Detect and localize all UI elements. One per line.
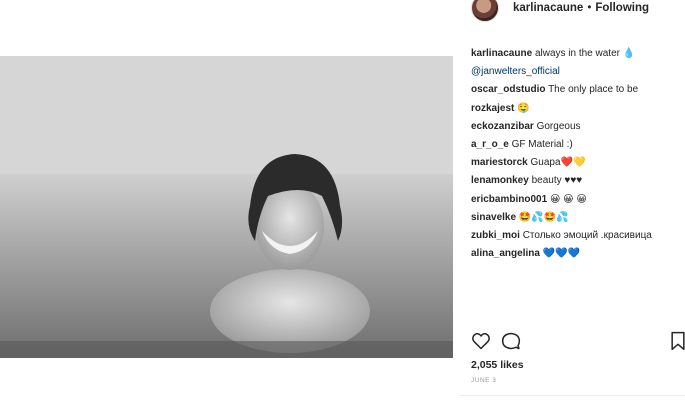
water-drop-icon: 💧 — [622, 48, 636, 59]
blue-hearts-icon: 💙💙💙 — [542, 248, 581, 260]
drooling-face-icon: 🤤 — [517, 102, 530, 114]
comment-mention-link[interactable]: @janwelters_official — [471, 66, 560, 77]
comment-username[interactable]: karlinacaune — [471, 48, 532, 59]
action-bar — [471, 331, 685, 353]
likes-count[interactable]: 2,055 likes — [471, 359, 524, 371]
comment-username[interactable]: eckozanzibar — [471, 121, 534, 132]
post-media-area — [0, 0, 459, 410]
bookmark-icon[interactable] — [669, 331, 685, 351]
list-item: alina_angelina 💙💙💙 — [471, 245, 685, 263]
divider — [459, 395, 685, 396]
comment-text: Gorgeous — [536, 120, 581, 132]
comment-username[interactable]: zubki_moi — [471, 230, 520, 241]
grinning-face-icon: 😀 😀 😀 — [549, 193, 587, 205]
comment-username[interactable]: mariestorck — [471, 157, 528, 168]
list-item: @janwelters_official — [471, 63, 685, 81]
photo-illustration — [0, 56, 453, 358]
comment-text: GF Material :) — [511, 139, 573, 151]
post-sidebar: karlinacaune • Following karlinacaune al… — [459, 0, 685, 410]
comment-username[interactable]: sinavelke — [471, 212, 516, 223]
comment-icon[interactable] — [501, 331, 521, 351]
comment-username[interactable]: rozkajest — [471, 103, 514, 114]
list-item: eckozanzibar Gorgeous — [471, 118, 685, 136]
black-hearts-icon: ♥♥♥ — [564, 175, 583, 187]
hearts-icon: ❤️💛 — [560, 157, 586, 169]
comment-username[interactable]: lenamonkey — [471, 175, 529, 186]
comment-text: Guapa — [530, 157, 561, 169]
list-item: sinavelke 🤩💦🤩💦 — [471, 209, 685, 227]
list-item: lenamonkey beauty ♥♥♥ — [471, 172, 685, 190]
header-separator: • — [587, 2, 592, 14]
post-photo[interactable] — [0, 56, 453, 358]
heart-icon[interactable] — [471, 331, 491, 351]
header-username[interactable]: karlinacaune — [513, 2, 583, 14]
comment-username[interactable]: ericbambino001 — [471, 194, 547, 205]
comment-text: Столько эмоций .красивица — [522, 230, 652, 242]
list-item: oscar_odstudio The only place to be — [471, 81, 685, 99]
comment-username[interactable]: a_r_o_e — [471, 139, 509, 150]
list-item: ericbambino001 😀 😀 😀 — [471, 191, 685, 209]
list-item: a_r_o_e GF Material :) — [471, 136, 685, 154]
comment-text: The only place to be — [548, 84, 639, 96]
avatar[interactable] — [471, 0, 499, 22]
comment-username[interactable]: alina_angelina — [471, 248, 540, 259]
comment-text: beauty — [531, 175, 562, 187]
comment-text: always in the water — [534, 48, 620, 59]
post-header: karlinacaune • Following — [471, 0, 649, 22]
post-date: JUNE 3 — [471, 377, 497, 384]
follow-status-button[interactable]: Following — [595, 2, 649, 14]
list-item: mariestorck Guapa❤️💛 — [471, 154, 685, 172]
list-item: rozkajest 🤤 — [471, 100, 685, 118]
comments-list: karlinacaune always in the water 💧 @janw… — [471, 45, 685, 263]
list-item: zubki_moi Столько эмоций .красивица — [471, 227, 685, 245]
star-eyes-splash-icon: 🤩💦🤩💦 — [518, 211, 569, 223]
comment-username[interactable]: oscar_odstudio — [471, 84, 545, 95]
list-item: karlinacaune always in the water 💧 — [471, 45, 685, 63]
